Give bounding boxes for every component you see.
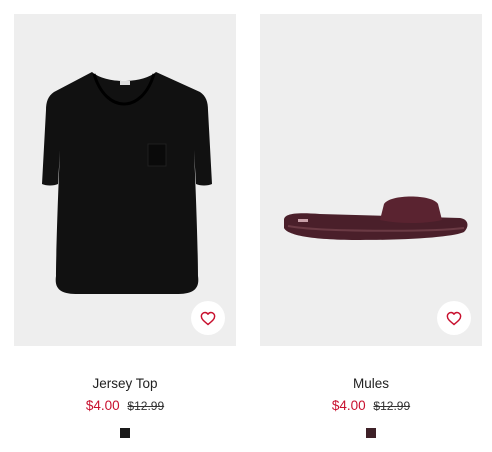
product-card-jersey-top[interactable]: Jersey Top $4.00 $12.99	[14, 14, 236, 443]
product-image-jersey-top[interactable]	[14, 14, 236, 346]
product-grid: Jersey Top $4.00 $12.99 Mules $4.00 $12.…	[0, 0, 492, 452]
product-title[interactable]: Jersey Top	[14, 376, 236, 392]
color-swatch[interactable]	[366, 428, 376, 438]
product-title[interactable]: Mules	[260, 376, 482, 392]
favorite-button[interactable]	[191, 301, 225, 335]
product-prices: $4.00 $12.99	[260, 398, 482, 414]
product-info: Mules $4.00 $12.99	[260, 376, 482, 443]
heart-outline-icon	[446, 311, 462, 326]
color-swatch[interactable]	[120, 428, 130, 438]
heart-outline-icon	[200, 311, 216, 326]
black-tshirt-image	[42, 72, 212, 294]
product-info: Jersey Top $4.00 $12.99	[14, 376, 236, 443]
original-price: $12.99	[127, 399, 165, 413]
original-price: $12.99	[373, 399, 411, 413]
product-image-mules[interactable]	[260, 14, 482, 346]
product-card-mules[interactable]: Mules $4.00 $12.99	[260, 14, 482, 443]
product-prices: $4.00 $12.99	[14, 398, 236, 414]
sale-price: $4.00	[85, 398, 120, 413]
mule-sandal-image	[284, 196, 468, 240]
favorite-button[interactable]	[437, 301, 471, 335]
sale-price: $4.00	[331, 398, 366, 413]
